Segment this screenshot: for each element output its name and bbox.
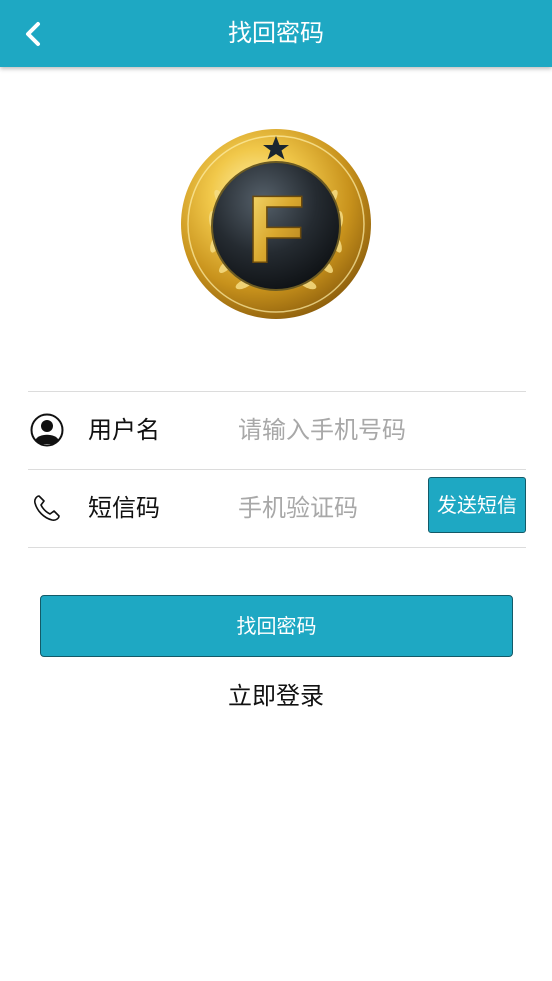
send-sms-button[interactable]: 发送短信 bbox=[428, 477, 526, 533]
verification-code-input[interactable] bbox=[228, 489, 398, 527]
username-label: 用户名 bbox=[88, 416, 160, 444]
phone-number-input[interactable] bbox=[228, 411, 438, 449]
phone-icon bbox=[34, 495, 60, 521]
sms-code-label: 短信码 bbox=[88, 494, 160, 522]
recover-password-button[interactable]: 找回密码 bbox=[40, 595, 513, 657]
login-link[interactable]: 立即登录 bbox=[0, 676, 552, 716]
username-row: 用户名 bbox=[28, 391, 526, 469]
divider bbox=[28, 547, 526, 548]
app-logo: F bbox=[180, 128, 372, 320]
user-icon bbox=[30, 413, 64, 447]
top-bar: 找回密码 bbox=[0, 0, 552, 67]
sms-code-row: 短信码 发送短信 bbox=[28, 469, 526, 547]
logo-letter: F bbox=[247, 176, 306, 283]
page-title: 找回密码 bbox=[228, 19, 324, 47]
